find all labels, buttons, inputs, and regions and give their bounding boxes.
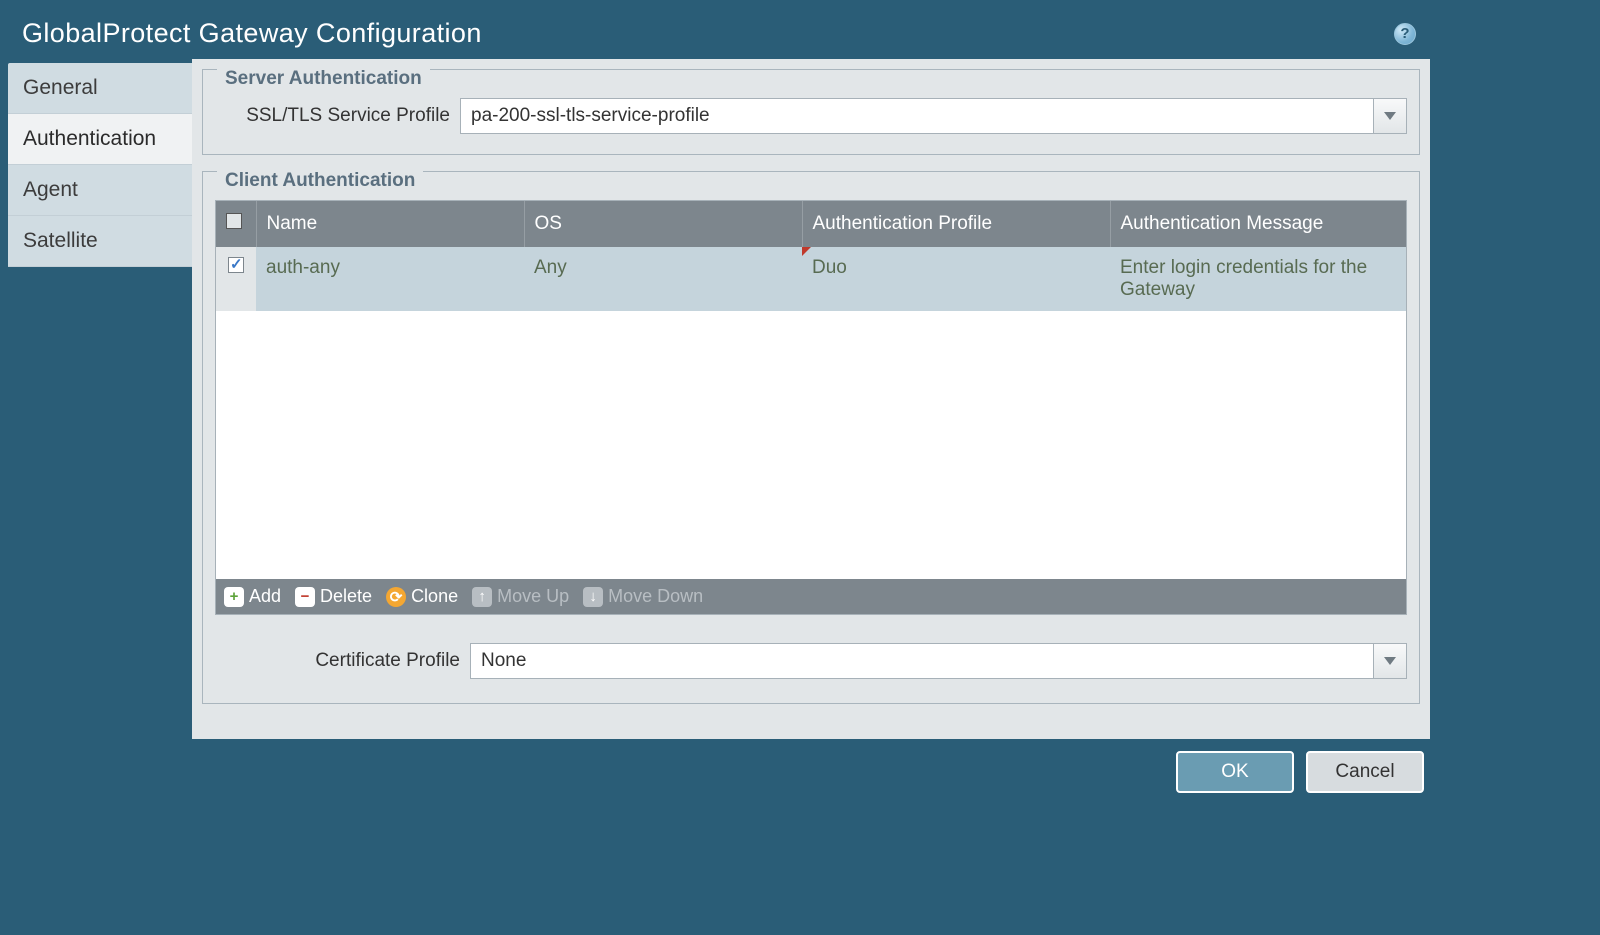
tab-authentication[interactable]: Authentication (8, 114, 192, 165)
move-up-label: Move Up (497, 586, 569, 607)
ssl-tls-value[interactable]: pa-200-ssl-tls-service-profile (460, 98, 1373, 134)
ssl-tls-dropdown[interactable]: pa-200-ssl-tls-service-profile (460, 98, 1407, 134)
arrow-down-icon: ↓ (583, 587, 603, 607)
chevron-down-icon (1383, 111, 1397, 121)
dialog-title: GlobalProtect Gateway Configuration (22, 18, 482, 49)
tab-list: General Authentication Agent Satellite (8, 63, 192, 739)
server-authentication-fieldset: Server Authentication SSL/TLS Service Pr… (202, 69, 1420, 155)
column-auth-message[interactable]: Authentication Message (1110, 201, 1406, 247)
client-auth-table: Name OS Authentication Profile Authentic… (216, 201, 1406, 311)
cell-auth-profile[interactable]: Duo (802, 247, 1110, 311)
certificate-profile-value[interactable]: None (470, 643, 1373, 679)
help-icon[interactable]: ? (1394, 23, 1416, 45)
clone-label: Clone (411, 586, 458, 607)
arrow-up-icon: ↑ (472, 587, 492, 607)
clone-icon: ⟳ (386, 587, 406, 607)
certificate-profile-dropdown[interactable]: None (470, 643, 1407, 679)
cell-auth-message[interactable]: Enter login credentials for the Gateway (1110, 247, 1406, 311)
client-authentication-legend: Client Authentication (217, 170, 423, 192)
move-down-button: ↓ Move Down (583, 586, 703, 607)
dialog-body: General Authentication Agent Satellite S… (0, 59, 1438, 739)
certificate-profile-row: Certificate Profile None (215, 643, 1407, 679)
cancel-button[interactable]: Cancel (1306, 751, 1424, 793)
ssl-tls-row: SSL/TLS Service Profile pa-200-ssl-tls-s… (215, 98, 1407, 134)
main-panel: Server Authentication SSL/TLS Service Pr… (192, 59, 1430, 739)
ssl-tls-label: SSL/TLS Service Profile (215, 105, 460, 127)
add-button[interactable]: + Add (224, 586, 281, 607)
table-toolbar: + Add − Delete ⟳ Clone ↑ (216, 579, 1406, 614)
client-authentication-fieldset: Client Authentication Name OS Authentica… (202, 171, 1420, 704)
table-header-row: Name OS Authentication Profile Authentic… (216, 201, 1406, 247)
minus-icon: − (295, 587, 315, 607)
chevron-down-icon (1383, 656, 1397, 666)
certificate-profile-dropdown-button[interactable] (1373, 643, 1407, 679)
cell-os[interactable]: Any (524, 247, 802, 311)
dialog-window: GlobalProtect Gateway Configuration ? Ge… (0, 0, 1438, 835)
column-auth-profile[interactable]: Authentication Profile (802, 201, 1110, 247)
table-empty-area (216, 311, 1406, 579)
ssl-tls-dropdown-button[interactable] (1373, 98, 1407, 134)
dialog-footer: OK Cancel (0, 739, 1438, 805)
tab-satellite[interactable]: Satellite (8, 216, 192, 267)
plus-icon: + (224, 587, 244, 607)
dialog-header: GlobalProtect Gateway Configuration ? (0, 0, 1438, 59)
client-auth-table-container: Name OS Authentication Profile Authentic… (215, 200, 1407, 615)
clone-button[interactable]: ⟳ Clone (386, 586, 458, 607)
move-up-button: ↑ Move Up (472, 586, 569, 607)
move-down-label: Move Down (608, 586, 703, 607)
ok-button[interactable]: OK (1176, 751, 1294, 793)
server-authentication-legend: Server Authentication (217, 68, 430, 90)
column-name[interactable]: Name (256, 201, 524, 247)
cell-name[interactable]: auth-any (256, 247, 524, 311)
tab-general[interactable]: General (8, 63, 192, 114)
header-checkbox-cell[interactable] (216, 201, 256, 247)
delete-button[interactable]: − Delete (295, 586, 372, 607)
row-checkbox-cell[interactable] (216, 247, 256, 311)
table-row[interactable]: auth-any Any Duo Enter login credentials… (216, 247, 1406, 311)
column-os[interactable]: OS (524, 201, 802, 247)
header-checkbox-icon[interactable] (226, 213, 242, 229)
add-label: Add (249, 586, 281, 607)
row-checkbox-icon[interactable] (228, 257, 244, 273)
tab-agent[interactable]: Agent (8, 165, 192, 216)
certificate-profile-label: Certificate Profile (215, 650, 470, 672)
delete-label: Delete (320, 586, 372, 607)
